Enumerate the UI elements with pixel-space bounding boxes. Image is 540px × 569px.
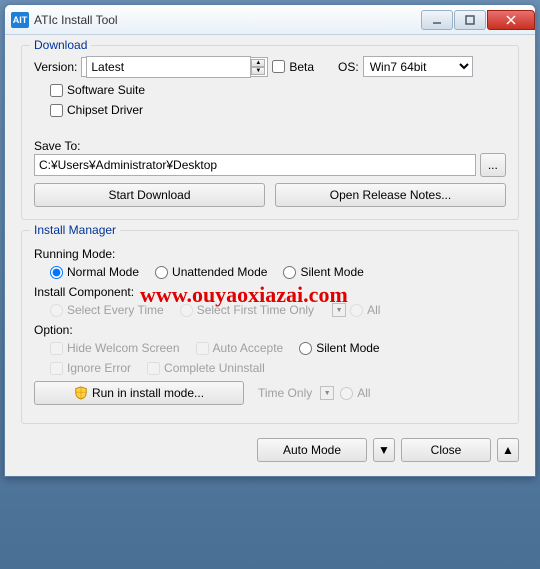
running-mode-label: Running Mode:	[34, 247, 506, 261]
silent-mode-radio-label[interactable]: Silent Mode	[283, 265, 363, 279]
content-area: Download Version: ▲ ▼ Beta OS: Win7 64bi…	[5, 35, 535, 476]
silent-option-radio[interactable]	[299, 342, 312, 355]
select-first-radio-label: Select First Time Only	[180, 303, 314, 317]
shield-icon	[74, 386, 88, 400]
window-title: ATIc Install Tool	[34, 13, 420, 27]
expand-up-button[interactable]: ▲	[497, 438, 519, 462]
silent-option-radio-label[interactable]: Silent Mode	[299, 341, 379, 355]
install-manager-group: Install Manager Running Mode: Normal Mod…	[21, 230, 519, 424]
unattended-mode-radio[interactable]	[155, 266, 168, 279]
version-label: Version:	[34, 60, 77, 74]
minimize-button[interactable]	[421, 10, 453, 30]
close-window-button[interactable]: Close	[401, 438, 491, 462]
hide-welcome-checkbox-label: Hide Welcom Screen	[50, 341, 180, 355]
complete-uninstall-checkbox	[147, 362, 160, 375]
os-label: OS:	[338, 60, 359, 74]
unattended-mode-radio-label[interactable]: Unattended Mode	[155, 265, 267, 279]
auto-mode-down-button[interactable]: ▼	[373, 438, 395, 462]
release-notes-button[interactable]: Open Release Notes...	[275, 183, 506, 207]
software-suite-checkbox[interactable]	[50, 84, 63, 97]
download-group: Download Version: ▲ ▼ Beta OS: Win7 64bi…	[21, 45, 519, 220]
hide-welcome-checkbox	[50, 342, 63, 355]
version-down-icon[interactable]: ▼	[251, 67, 265, 75]
version-spinner[interactable]: ▲ ▼	[81, 57, 268, 77]
ignore-error-checkbox	[50, 362, 63, 375]
ignore-error-checkbox-label: Ignore Error	[50, 361, 131, 375]
version-up-icon[interactable]: ▲	[251, 59, 265, 67]
start-download-button[interactable]: Start Download	[34, 183, 265, 207]
browse-button[interactable]: ...	[480, 153, 506, 177]
save-to-label: Save To:	[34, 139, 506, 153]
save-to-input[interactable]	[34, 154, 476, 176]
software-suite-checkbox-label[interactable]: Software Suite	[50, 83, 145, 97]
complete-uninstall-checkbox-label: Complete Uninstall	[147, 361, 265, 375]
close-button[interactable]	[487, 10, 535, 30]
dropdown-icon: ▼	[320, 386, 334, 400]
normal-mode-radio[interactable]	[50, 266, 63, 279]
maximize-button[interactable]	[454, 10, 486, 30]
version-input[interactable]	[86, 56, 251, 78]
download-group-title: Download	[30, 38, 91, 52]
all2-radio-label: All	[340, 386, 370, 400]
auto-mode-button[interactable]: Auto Mode	[257, 438, 367, 462]
run-install-button[interactable]: Run in install mode...	[34, 381, 244, 405]
normal-mode-radio-label[interactable]: Normal Mode	[50, 265, 139, 279]
app-window: AIT ATIc Install Tool Download Version: …	[4, 4, 536, 477]
auto-accepte-checkbox	[196, 342, 209, 355]
select-every-radio	[50, 304, 63, 317]
auto-accepte-checkbox-label: Auto Accepte	[196, 341, 284, 355]
beta-checkbox[interactable]	[272, 60, 285, 73]
chipset-driver-checkbox[interactable]	[50, 104, 63, 117]
install-group-title: Install Manager	[30, 223, 120, 237]
app-icon: AIT	[11, 12, 29, 28]
option-label: Option:	[34, 323, 506, 337]
install-component-label: Install Component:	[34, 285, 506, 299]
dropdown-icon: ▼	[332, 303, 346, 317]
footer: Auto Mode ▼ Close ▲	[21, 434, 519, 466]
all2-radio	[340, 387, 353, 400]
all-radio-label: All	[350, 303, 380, 317]
silent-mode-radio[interactable]	[283, 266, 296, 279]
chipset-driver-checkbox-label[interactable]: Chipset Driver	[50, 103, 143, 117]
time-only-label: Time Only	[258, 386, 312, 400]
titlebar: AIT ATIc Install Tool	[5, 5, 535, 35]
all-radio	[350, 304, 363, 317]
select-every-radio-label: Select Every Time	[50, 303, 164, 317]
beta-checkbox-label[interactable]: Beta	[272, 60, 314, 74]
os-select[interactable]: Win7 64bit	[363, 56, 473, 77]
select-first-radio	[180, 304, 193, 317]
